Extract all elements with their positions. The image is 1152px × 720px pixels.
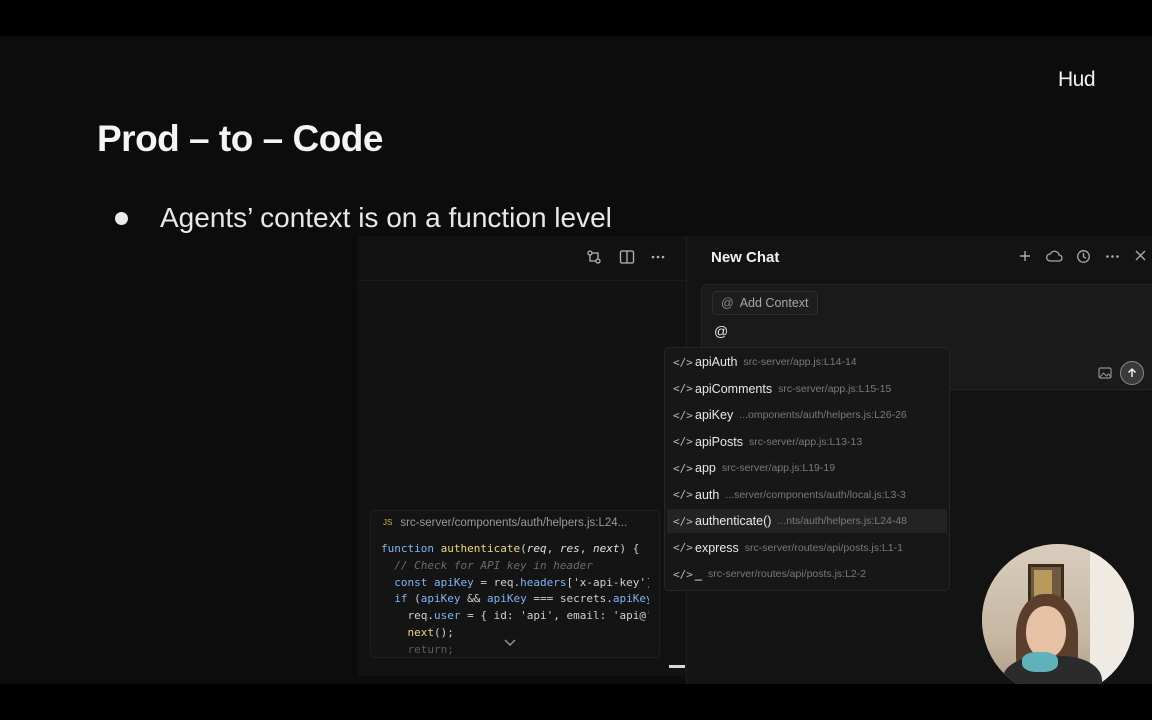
mention-item-selected[interactable]: </> authenticate() ...nts/auth/helpers.js:… <box>667 509 947 533</box>
mention-item[interactable]: </> apiAuth src-server/app.js:L14-14 <box>667 350 947 374</box>
code-symbol-icon: </> <box>673 514 693 528</box>
code-symbol-icon: </> <box>673 435 693 448</box>
code-symbol-icon: </> <box>673 355 693 369</box>
mention-item[interactable]: </> express src-server/routes/api/posts.js… <box>667 536 947 560</box>
at-sign-icon: @ <box>721 296 734 310</box>
hud-logo: Hud <box>1058 68 1096 91</box>
chat-input[interactable]: @ <box>714 323 728 339</box>
editor-toolbar <box>358 236 686 281</box>
split-view-icon[interactable] <box>619 249 635 269</box>
more-icon[interactable] <box>650 249 666 269</box>
code-symbol-icon: </> <box>673 541 693 554</box>
peek-path: src-server/components/auth/helpers.js:L2… <box>400 517 628 529</box>
mention-item[interactable]: </> _ src-server/routes/api/posts.js:L2-2 <box>667 562 947 586</box>
scrollbar[interactable] <box>669 665 685 668</box>
presentation-slide: Hud Prod – to – Code Agents’ context is … <box>0 36 1152 684</box>
mention-item[interactable]: </> apiKey ...omponents/auth/helpers.js:L2… <box>667 403 947 427</box>
plus-icon[interactable] <box>1018 249 1032 267</box>
mention-item[interactable]: </> app src-server/app.js:L19-19 <box>667 456 947 480</box>
code-symbol-icon: </> <box>673 382 693 395</box>
arrow-up-icon <box>1127 367 1137 377</box>
history-icon[interactable] <box>1076 249 1091 268</box>
image-icon[interactable] <box>1098 367 1112 382</box>
code-symbol-icon: </> <box>673 408 693 422</box>
mention-item[interactable]: </> auth ...server/components/auth/local.j… <box>667 483 947 507</box>
mention-item[interactable]: </> apiPosts src-server/app.js:L13-13 <box>667 430 947 454</box>
code-symbol-icon: </> <box>673 567 693 581</box>
git-compare-icon[interactable] <box>586 249 602 269</box>
add-context-button[interactable]: @ Add Context <box>712 291 818 315</box>
code-symbol-icon: </> <box>673 461 693 475</box>
js-file-icon: JS <box>383 518 393 528</box>
bullet-dot-icon <box>115 211 128 225</box>
peek-header[interactable]: JS src-server/components/auth/helpers.js:… <box>383 517 627 529</box>
code-symbol-icon: </> <box>673 488 693 501</box>
send-button[interactable] <box>1120 361 1144 385</box>
chevron-down-icon[interactable] <box>504 636 516 650</box>
add-context-label: Add Context <box>739 296 809 310</box>
mention-item[interactable]: </> apiComments src-server/app.js:L15-15 <box>667 377 947 401</box>
slide-title: Prod – to – Code <box>97 118 383 159</box>
chat-title[interactable]: New Chat <box>711 249 779 266</box>
screen: Hud Prod – to – Code Agents’ context is … <box>0 0 1152 720</box>
slide-bullet: Agents’ context is on a function level <box>115 202 612 234</box>
cloud-icon[interactable] <box>1045 249 1063 267</box>
close-icon[interactable] <box>1134 249 1147 266</box>
more-icon[interactable] <box>1105 249 1120 268</box>
webcam-overlay <box>982 544 1134 684</box>
bullet-text: Agents’ context is on a function level <box>160 202 612 233</box>
mention-dropdown: </> apiAuth src-server/app.js:L14-14 </> ap… <box>664 347 950 591</box>
